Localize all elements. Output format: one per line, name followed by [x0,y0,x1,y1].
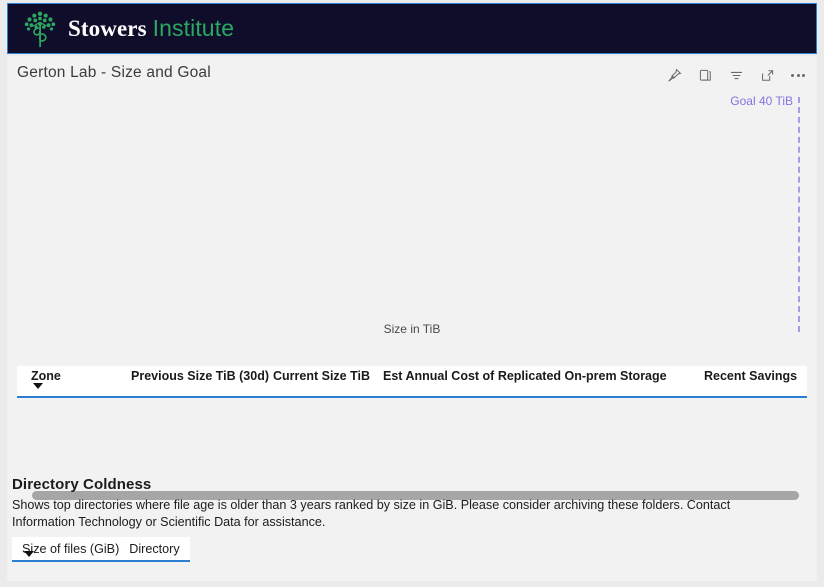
column-header-previous-size[interactable]: Previous Size TiB (30d) [131,369,269,383]
filter-icon[interactable] [727,66,745,84]
x-axis-label: Size in TiB [383,322,441,336]
size-and-goal-chart[interactable]: Goal 40 TiB Size in TiB [17,94,807,362]
copy-icon[interactable] [696,66,714,84]
page-title: Gerton Lab - Size and Goal [17,64,211,81]
column-header-current-size[interactable]: Current Size TiB [273,369,370,383]
coldness-table: Size of files (GiB) Directory [12,537,190,562]
coldness-heading: Directory Coldness [12,476,152,493]
more-options-icon[interactable] [789,66,807,84]
column-header-recent-savings[interactable]: Recent Savings [704,369,797,383]
column-header-directory[interactable]: Directory [129,542,179,556]
expand-icon[interactable] [758,66,776,84]
column-header-zone[interactable]: Zone [31,369,61,383]
table-header-row: Zone Previous Size TiB (30d) Current Siz… [17,366,807,398]
brand-header: Stowers Institute [7,3,817,54]
coldness-table-header-row: Size of files (GiB) Directory [12,537,190,562]
brand-wordmark: Stowers Institute [68,15,235,41]
column-header-size-of-files[interactable]: Size of files (GiB) [22,542,119,556]
sort-descending-icon-coldness[interactable] [24,551,34,557]
pin-icon[interactable] [665,66,683,84]
column-header-est-annual-cost[interactable]: Est Annual Cost of Replicated On-prem St… [383,369,667,383]
card-toolbar [665,66,807,84]
table-body [17,398,807,486]
brand-name-secondary: Institute [152,15,235,41]
ellipsis-glyph [791,73,805,77]
brand-name-primary: Stowers [68,16,147,41]
coldness-description: Shows top directories where file age is … [12,498,731,529]
directory-coldness-section: Directory Coldness Shows top directories… [12,476,812,531]
report-card: Gerton Lab - Size and Goal Goal 40 TiB S… [7,56,817,581]
goal-line [798,97,800,332]
tree-icon [24,11,56,47]
sort-descending-icon[interactable] [33,383,43,389]
goal-annotation-label: Goal 40 TiB [730,94,793,108]
dashboard-page: Stowers Institute Gerton Lab - Size and G… [0,0,824,587]
